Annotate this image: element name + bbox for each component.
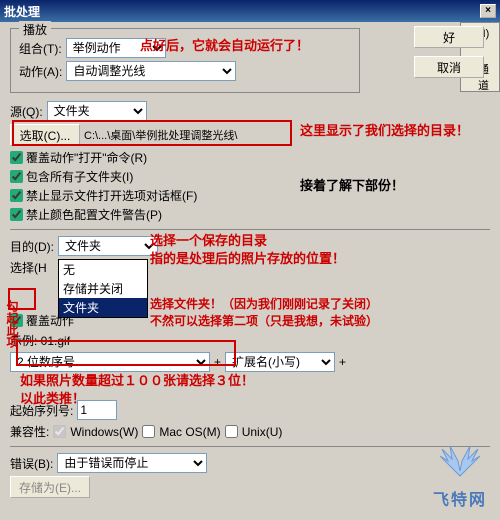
error-select[interactable]: 由于错误而停止 [57,453,207,473]
annotation-etc: 以此类推！ [20,388,85,407]
annotation-digits: 如果照片数量超过１００张请选择３位！ [20,370,254,389]
redbox-seq [16,340,236,366]
redbox-source [12,120,292,146]
annotation-run: 点好后，它就会自动运行了！ [140,35,309,54]
error-label: 错误(B): [10,455,53,472]
compat-unix-checkbox[interactable] [225,425,238,438]
watermark: 飞特网 [430,441,490,510]
watermark-text: 飞特网 [430,486,490,510]
dest-choose-label: 选择(H [10,259,47,276]
dest-opt-folder[interactable]: 文件夹 [59,298,147,317]
annotation-next: 接着了解下部份！ [300,175,404,194]
dest-opt-none[interactable]: 无 [59,260,147,279]
play-legend: 播放 [19,21,51,38]
naming-ext-select[interactable]: 扩展名(小写) [225,352,335,372]
compat-label: 兼容性: [10,423,49,440]
annotation-dir: 这里显示了我们选择的目录！ [300,120,480,139]
dest-opt-saveclose[interactable]: 存储并关闭 [59,279,147,298]
save-as-button: 存储为(E)... [10,476,90,498]
wings-icon [430,441,490,481]
subfolders-checkbox[interactable] [10,170,23,183]
annotation-alt: 不然可以选择第二项（只是我想，未试验） [150,312,378,329]
window-title: 批处理 [4,3,40,20]
dest-select[interactable]: 文件夹 [58,236,158,256]
dest-dropdown-open: 无 存储并关闭 文件夹 [58,259,148,318]
title-bar: 批处理 × [0,0,500,22]
annotation-selfolder: 选择文件夹！（因为我们刚刚记录了关闭） [150,295,378,312]
suppress-dialog-checkbox[interactable] [10,189,23,202]
annotation-meaning: 指的是处理后的照片存放的位置！ [150,248,345,267]
source-label: 源(Q): [10,103,43,120]
annotation-savedir: 选择一个保存的目录 [150,230,267,249]
action-select[interactable]: 自动调整光线 [66,61,236,81]
compat-mac-checkbox[interactable] [142,425,155,438]
action-label: 动作(A): [19,63,62,80]
dest-label: 目的(D): [10,238,54,255]
compat-win-checkbox [53,425,66,438]
color-warn-checkbox[interactable] [10,208,23,221]
override-open-checkbox[interactable] [10,151,23,164]
close-icon[interactable]: × [480,4,496,18]
source-select[interactable]: 文件夹 [47,101,147,121]
set-label: 组合(T): [19,40,62,57]
